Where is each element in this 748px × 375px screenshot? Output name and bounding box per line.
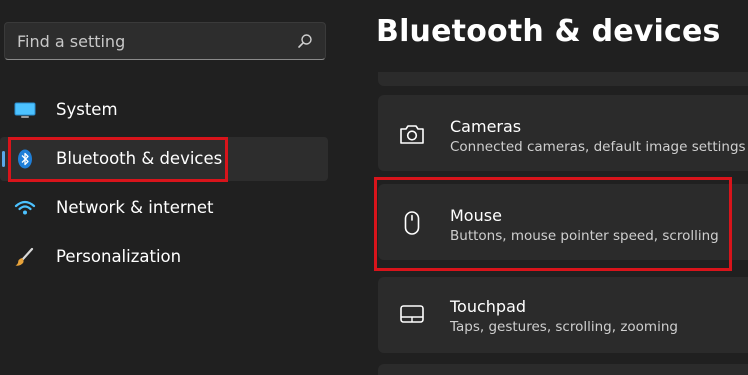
search-icon[interactable] [297,33,313,49]
settings-card-partial [378,72,748,86]
card-subtitle: Buttons, mouse pointer speed, scrolling [450,228,719,244]
bluetooth-icon [18,149,32,169]
paintbrush-icon [15,247,34,266]
wifi-icon [14,200,36,215]
monitor-icon [14,102,36,118]
search-box[interactable]: Find a setting [4,22,326,60]
sidebar-item-network-internet[interactable]: Network & internet [0,186,328,230]
sidebar-item-system[interactable]: System [0,88,328,132]
sidebar-item-label: Network & internet [56,198,214,217]
settings-window: Find a setting System Bluetooth & device… [0,0,748,375]
search-input[interactable]: Find a setting [17,32,125,51]
page-title: Bluetooth & devices [376,14,721,49]
settings-card-cameras[interactable]: Cameras Connected cameras, default image… [378,95,748,171]
sidebar-item-label: System [56,100,118,119]
card-subtitle: Taps, gestures, scrolling, zooming [450,319,678,335]
sidebar-item-label: Personalization [56,247,182,266]
touchpad-icon [400,305,424,323]
card-subtitle: Connected cameras, default image setting… [450,139,746,155]
settings-card-touchpad[interactable]: Touchpad Taps, gestures, scrolling, zoom… [378,277,748,353]
selection-indicator [2,151,5,167]
sidebar-item-personalization[interactable]: Personalization [0,235,328,279]
settings-card-partial [378,364,748,375]
card-title: Cameras [450,117,522,136]
card-title: Mouse [450,206,502,225]
sidebar-item-label: Bluetooth & devices [56,149,223,168]
card-title: Touchpad [450,297,527,316]
mouse-icon [404,211,420,235]
sidebar-item-bluetooth-devices[interactable]: Bluetooth & devices [0,137,328,181]
settings-card-mouse[interactable]: Mouse Buttons, mouse pointer speed, scro… [378,184,748,260]
camera-icon [400,125,424,144]
